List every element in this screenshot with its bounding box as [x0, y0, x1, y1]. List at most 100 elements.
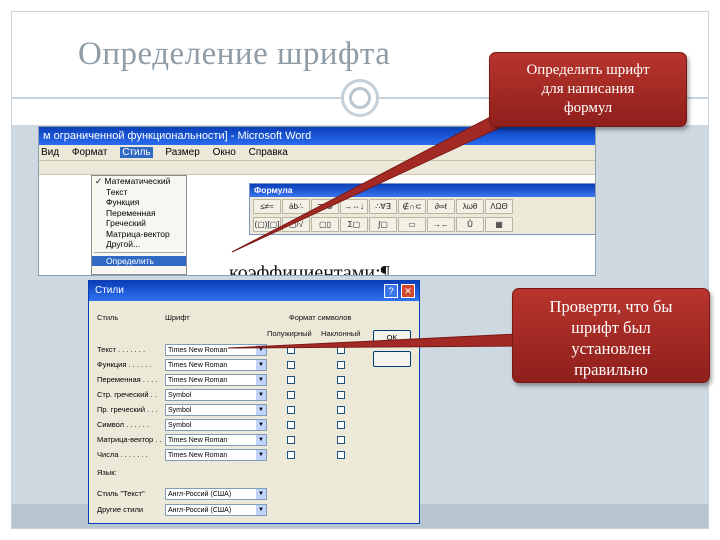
- callout-text: Определить шрифт для написания формул: [526, 62, 650, 116]
- font-select[interactable]: Symbol ▼: [165, 404, 267, 416]
- chevron-down-icon: ▼: [256, 435, 266, 445]
- style-row-lc-greek: Стр. греческий . . Symbol ▼: [97, 389, 417, 403]
- formula-button[interactable]: ∫▢: [369, 216, 397, 232]
- dialog-titlebar: Стили ? ✕: [89, 281, 419, 301]
- chevron-down-icon: ▼: [256, 360, 266, 370]
- circle-ornament-icon: [341, 79, 379, 117]
- formula-button[interactable]: Σ▢: [340, 216, 368, 232]
- formula-button[interactable]: ∴∀∃: [369, 198, 397, 214]
- chevron-down-icon: ▼: [256, 375, 266, 385]
- word-toolbar: [39, 161, 595, 175]
- style-menu-item-variable[interactable]: Переменная: [92, 208, 186, 219]
- chevron-down-icon: ▼: [256, 505, 266, 515]
- language-row-other: Другие стили Англ-Россий (США) ▼: [97, 504, 417, 518]
- callout-check-font: Проверти, что бы шрифт был установлен пр…: [512, 288, 710, 383]
- dialog-title: Стили: [95, 285, 124, 296]
- font-select[interactable]: Times New Roman ▼: [165, 434, 267, 446]
- style-row-function: Функция . . . . . . Times New Roman ▼: [97, 359, 417, 373]
- close-icon[interactable]: ✕: [401, 284, 415, 298]
- menu-item-size[interactable]: Размер: [165, 147, 199, 158]
- style-menu-item-text[interactable]: Текст: [92, 187, 186, 198]
- style-menu-item-math[interactable]: ✓ Математический: [92, 176, 186, 187]
- document-text: коэффициентами:¶: [229, 262, 390, 276]
- word-menubar: Вид Формат Стиль Размер Окно Справка: [39, 145, 595, 161]
- style-row-variable: Переменная . . . . Times New Roman ▼: [97, 374, 417, 388]
- chevron-down-icon: ▼: [256, 345, 266, 355]
- column-header-format: Формат символов: [289, 313, 352, 322]
- column-header-italic: Наклонный: [321, 329, 361, 338]
- word-window-screenshot: м ограниченной функциональности] - Micro…: [38, 126, 596, 276]
- column-header-style: Стиль: [97, 313, 119, 322]
- styles-dialog: Стили ? ✕ Стиль Шрифт Формат символов По…: [88, 280, 420, 524]
- style-row-uc-greek: Пр. греческий . . . Symbol ▼: [97, 404, 417, 418]
- italic-checkbox[interactable]: [337, 421, 345, 429]
- menu-item-style[interactable]: Стиль: [120, 147, 153, 158]
- formula-button[interactable]: ▦: [485, 216, 513, 232]
- formula-button[interactable]: ȧb∴: [282, 198, 310, 214]
- language-label: Язык:: [97, 468, 117, 477]
- slide-title: Определение шрифта: [78, 36, 391, 72]
- formula-button[interactable]: ΛΩΘ: [485, 198, 513, 214]
- style-menu-item-other[interactable]: Другой...: [92, 239, 186, 250]
- font-select[interactable]: Symbol ▼: [165, 419, 267, 431]
- bold-checkbox[interactable]: [287, 361, 295, 369]
- menu-item-view[interactable]: Вид: [41, 147, 59, 158]
- italic-checkbox[interactable]: [337, 436, 345, 444]
- font-select[interactable]: Times New Roman ▼: [165, 359, 267, 371]
- font-select[interactable]: Times New Roman ▼: [165, 374, 267, 386]
- formula-button[interactable]: ▢/√: [282, 216, 310, 232]
- language-select[interactable]: Англ-Россий (США) ▼: [165, 504, 267, 516]
- menu-item-help[interactable]: Справка: [249, 147, 288, 158]
- formula-button[interactable]: Ů: [456, 216, 484, 232]
- callout-define-font: Определить шрифт для написания формул: [489, 52, 687, 127]
- style-row-matrix: Матрица-вектор . . Times New Roman ▼: [97, 434, 417, 448]
- formula-row-symbols: ≤≠≈ ȧb∴ ∓•⊗ →⇔↓ ∴∀∃ ∉∩⊂ ∂∞ℓ λωθ ΛΩΘ: [250, 197, 595, 215]
- menu-item-window[interactable]: Окно: [213, 147, 236, 158]
- callout-text: Проверти, что бы шрифт был установлен пр…: [549, 297, 673, 379]
- language-select[interactable]: Англ-Россий (США) ▼: [165, 488, 267, 500]
- bold-checkbox[interactable]: [287, 406, 295, 414]
- formula-button[interactable]: ▭: [398, 216, 426, 232]
- help-icon[interactable]: ?: [384, 284, 398, 298]
- font-select[interactable]: Times New Roman ▼: [165, 449, 267, 461]
- bold-checkbox[interactable]: [287, 376, 295, 384]
- italic-checkbox[interactable]: [337, 391, 345, 399]
- font-select[interactable]: Times New Roman ▼: [165, 344, 267, 356]
- formula-button[interactable]: ∂∞ℓ: [427, 198, 455, 214]
- formula-button[interactable]: λωθ: [456, 198, 484, 214]
- bold-checkbox[interactable]: [287, 451, 295, 459]
- formula-button[interactable]: ▢▯: [311, 216, 339, 232]
- italic-checkbox[interactable]: [337, 451, 345, 459]
- chevron-down-icon: ▼: [256, 450, 266, 460]
- chevron-down-icon: ▼: [256, 489, 266, 499]
- formula-button[interactable]: ∓•⊗: [311, 198, 339, 214]
- style-dropdown-menu: ✓ Математический Текст Функция Переменна…: [91, 175, 187, 275]
- chevron-down-icon: ▼: [256, 390, 266, 400]
- italic-checkbox[interactable]: [337, 346, 345, 354]
- bold-checkbox[interactable]: [287, 436, 295, 444]
- style-menu-item-matrix[interactable]: Матрица-вектор: [92, 229, 186, 240]
- formula-button[interactable]: →⇔↓: [340, 198, 368, 214]
- word-titlebar: м ограниченной функциональности] - Micro…: [39, 127, 595, 145]
- column-header-bold: Полужирный: [267, 329, 312, 338]
- formula-button[interactable]: →←: [427, 216, 455, 232]
- formula-button[interactable]: (▢)[▢]: [253, 216, 281, 232]
- style-row-numbers: Числа . . . . . . . Times New Roman ▼: [97, 449, 417, 463]
- formula-button[interactable]: ∉∩⊂: [398, 198, 426, 214]
- bold-checkbox[interactable]: [287, 391, 295, 399]
- formula-button[interactable]: ≤≠≈: [253, 198, 281, 214]
- italic-checkbox[interactable]: [337, 376, 345, 384]
- menu-item-format[interactable]: Формат: [72, 147, 108, 158]
- bold-checkbox[interactable]: [287, 346, 295, 354]
- chevron-down-icon: ▼: [256, 405, 266, 415]
- italic-checkbox[interactable]: [337, 361, 345, 369]
- style-row-symbol: Символ . . . . . . Symbol ▼: [97, 419, 417, 433]
- style-menu-item-function[interactable]: Функция: [92, 197, 186, 208]
- italic-checkbox[interactable]: [337, 406, 345, 414]
- menu-separator: [94, 251, 184, 254]
- style-menu-item-define[interactable]: Определить: [92, 255, 186, 266]
- formula-toolbar-title: Формула: [250, 184, 595, 197]
- font-select[interactable]: Symbol ▼: [165, 389, 267, 401]
- style-menu-item-greek[interactable]: Греческий: [92, 218, 186, 229]
- bold-checkbox[interactable]: [287, 421, 295, 429]
